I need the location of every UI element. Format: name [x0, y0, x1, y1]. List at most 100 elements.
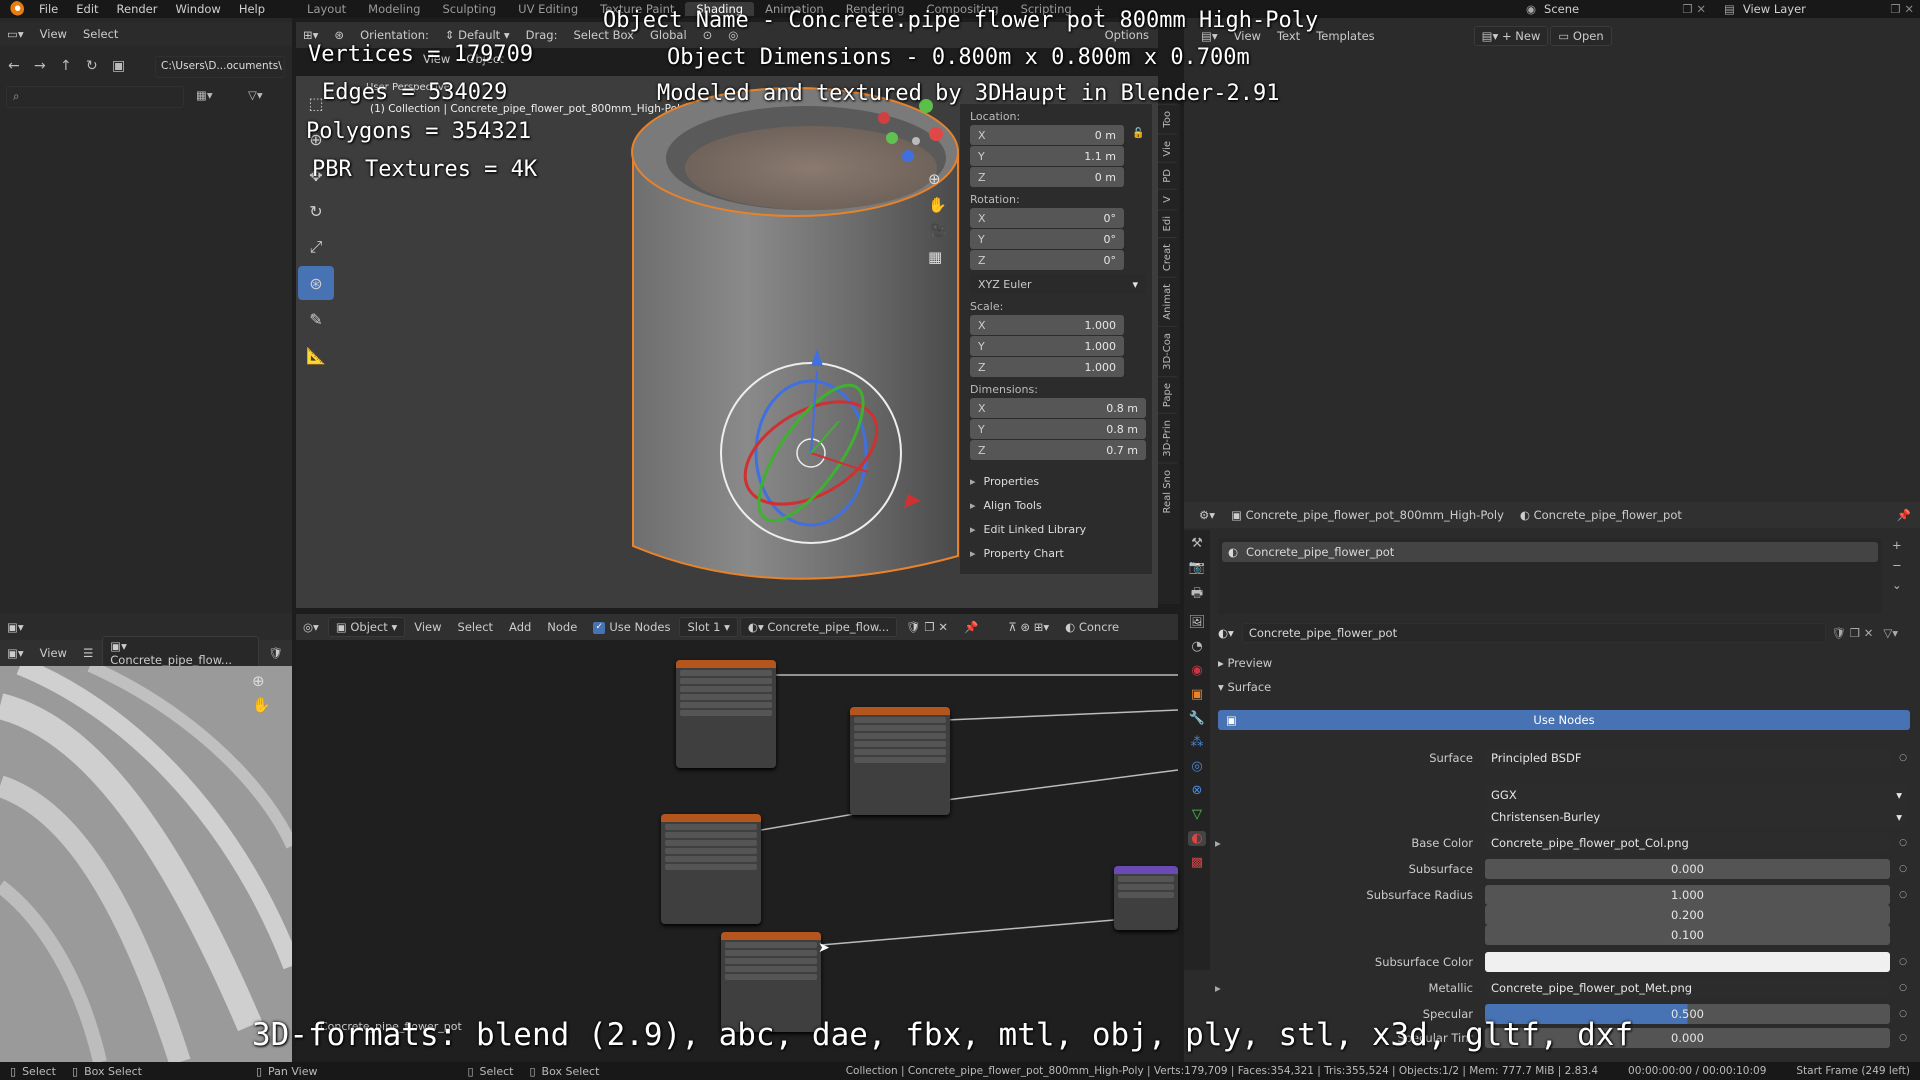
- scale-z-field[interactable]: Z 1.000: [970, 357, 1124, 377]
- sidebar-tab-create[interactable]: Creat: [1158, 237, 1177, 278]
- image-texture-node-col[interactable]: [676, 660, 776, 768]
- subsurface-slider[interactable]: 0.000: [1485, 859, 1890, 879]
- specular-tint-socket-icon[interactable]: ○: [1898, 1033, 1908, 1043]
- sidebar-tab-tool[interactable]: Too: [1158, 104, 1177, 134]
- property-chart-section[interactable]: Property Chart: [960, 541, 1152, 565]
- normal-map-node[interactable]: [1114, 866, 1178, 930]
- view-layer-tab-icon[interactable]: 🖼: [1189, 615, 1206, 630]
- view-layer-selector[interactable]: ▤ View Layer ❐ ✕: [1724, 0, 1914, 18]
- sidebar-tab-realsnow[interactable]: Real Sno: [1158, 462, 1177, 520]
- sidebar-tab-view[interactable]: Vie: [1158, 133, 1177, 163]
- ss-radius-socket-icon[interactable]: ○: [1898, 890, 1908, 900]
- align-tools-section[interactable]: Align Tools: [960, 493, 1152, 517]
- base-color-socket-icon[interactable]: ○: [1898, 838, 1908, 848]
- location-z-field[interactable]: Z0 m: [970, 167, 1124, 187]
- constraints-tab-icon[interactable]: ⊗: [1192, 783, 1203, 798]
- pin-icon[interactable]: 📌: [957, 618, 985, 636]
- output-tab-icon[interactable]: 🖶: [1191, 584, 1203, 606]
- sidebar-tab-animation[interactable]: Animat: [1158, 277, 1177, 327]
- menu-render[interactable]: Render: [108, 2, 167, 16]
- node-editor-type-icon[interactable]: ◎▾: [296, 618, 326, 636]
- image-editor-mode-icon[interactable]: ▣▾: [0, 644, 31, 662]
- material-selector[interactable]: ◐▾ Concrete_pipe_flow...: [739, 617, 898, 637]
- surface-section[interactable]: ▾ Surface: [1218, 680, 1271, 694]
- tab-layout[interactable]: Layout: [296, 2, 357, 16]
- metallic-expand-icon[interactable]: ▸: [1215, 981, 1221, 995]
- image-texture-node-met[interactable]: [850, 707, 950, 815]
- parent-dir-icon[interactable]: ↑: [60, 58, 84, 74]
- image-pan-icon[interactable]: ✋: [252, 696, 271, 714]
- properties-pin-icon[interactable]: 📌: [1890, 506, 1918, 524]
- node-editor-canvas[interactable]: ➤ Concrete_pipe_flower_pot: [296, 640, 1178, 1062]
- ss-radius-x-field[interactable]: 1.000: [1485, 885, 1890, 905]
- base-color-field[interactable]: Concrete_pipe_flower_pot_Col.png: [1485, 833, 1890, 853]
- metallic-socket-icon[interactable]: ○: [1898, 983, 1908, 993]
- back-icon[interactable]: ←: [8, 58, 32, 74]
- path-field[interactable]: C:\Users\D...ocuments\: [155, 56, 285, 78]
- scene-copy-icon[interactable]: ❐ ✕: [1682, 2, 1706, 16]
- hamburger-menu-icon[interactable]: ☰: [76, 644, 100, 662]
- zoom-icon[interactable]: ⊕: [928, 170, 947, 188]
- image-canvas[interactable]: ⊕ ✋: [0, 666, 292, 1062]
- forward-icon[interactable]: →: [34, 58, 58, 74]
- ss-color-swatch[interactable]: [1485, 952, 1890, 972]
- text-open-button[interactable]: ▭ Open: [1550, 26, 1612, 46]
- properties-section[interactable]: Properties: [960, 469, 1152, 493]
- specular-socket-icon[interactable]: ○: [1898, 1009, 1908, 1019]
- distribution-dropdown[interactable]: GGX ▾: [1485, 785, 1908, 805]
- search-input[interactable]: ⌕: [6, 86, 184, 108]
- properties-editor-type-icon[interactable]: ⚙▾: [1192, 506, 1222, 524]
- material-fake-user-icon[interactable]: 🛡 ❐ ✕: [1832, 626, 1874, 640]
- material2-label[interactable]: ◐ Concre: [1058, 618, 1126, 636]
- display-mode-icon[interactable]: ▦▾: [196, 88, 213, 102]
- ortho-grid-icon[interactable]: ▦: [928, 248, 947, 266]
- add-slot-icon[interactable]: +: [1892, 538, 1902, 552]
- base-color-expand-icon[interactable]: ▸: [1215, 836, 1221, 850]
- node-menu-select[interactable]: Select: [451, 618, 500, 636]
- node-mode-dropdown[interactable]: ▣ Object ▾: [327, 617, 406, 637]
- subsurface-socket-icon[interactable]: ○: [1898, 864, 1908, 874]
- material-tab-icon[interactable]: ◐: [1188, 831, 1206, 846]
- tab-sculpting[interactable]: Sculpting: [431, 2, 507, 16]
- fake-user-icon[interactable]: 🛡 ❐ ✕: [899, 618, 955, 636]
- scene-selector[interactable]: ◉ Scene ❐ ✕: [1526, 0, 1706, 18]
- menu-window[interactable]: Window: [166, 2, 229, 16]
- filter-icon[interactable]: ▽▾: [248, 88, 263, 102]
- menu-file[interactable]: File: [30, 2, 67, 16]
- rotation-mode-dropdown[interactable]: XYZ Euler ▾: [970, 274, 1146, 294]
- node-menu-add[interactable]: Add: [502, 618, 538, 636]
- metallic-field[interactable]: Concrete_pipe_flower_pot_Met.png: [1485, 978, 1890, 998]
- camera-view-icon[interactable]: 🎥: [928, 222, 947, 240]
- sidebar-tab-pd[interactable]: PD: [1158, 162, 1177, 189]
- dimensions-x-field[interactable]: X 0.8 m: [970, 398, 1146, 418]
- rotation-y-field[interactable]: Y 0°: [970, 229, 1124, 249]
- use-nodes-button[interactable]: ▣ Use Nodes: [1218, 710, 1910, 730]
- edit-linked-library-section[interactable]: Edit Linked Library: [960, 517, 1152, 541]
- material-name-field[interactable]: Concrete_pipe_flower_pot: [1241, 623, 1826, 643]
- pan-hand-icon[interactable]: ✋: [928, 196, 947, 214]
- text-menu-templates[interactable]: Templates: [1309, 27, 1381, 45]
- ss-radius-z-field[interactable]: 0.100: [1485, 925, 1890, 945]
- data-tab-icon[interactable]: ▽: [1192, 807, 1202, 822]
- physics-tab-icon[interactable]: ◎: [1191, 759, 1202, 774]
- sss-method-dropdown[interactable]: Christensen-Burley ▾: [1485, 807, 1908, 827]
- material-browse-icon[interactable]: ◐▾: [1218, 626, 1234, 640]
- remove-slot-icon[interactable]: −: [1892, 558, 1902, 572]
- node-menu-node[interactable]: Node: [540, 618, 584, 636]
- editor-type-icon[interactable]: ▭▾: [0, 25, 31, 43]
- object-tab-icon[interactable]: ▣: [1191, 687, 1203, 702]
- blender-logo-icon[interactable]: [8, 1, 24, 17]
- image-editor-type-icon[interactable]: ▣▾: [0, 618, 31, 636]
- scale-x-field[interactable]: X 1.000: [970, 315, 1124, 335]
- ss-color-socket-icon[interactable]: ○: [1898, 957, 1908, 967]
- image-texture-node-rough[interactable]: [661, 814, 761, 924]
- texture-tab-icon[interactable]: ▩: [1191, 855, 1203, 870]
- render-tab-icon[interactable]: 📷: [1189, 560, 1205, 575]
- world-tab-icon[interactable]: ◉: [1191, 663, 1202, 678]
- node-menu-view[interactable]: View: [407, 618, 448, 636]
- particles-tab-icon[interactable]: ⁂: [1191, 735, 1204, 750]
- image-menu-view[interactable]: View: [33, 644, 74, 662]
- lock-icon[interactable]: 🔓: [1132, 128, 1144, 139]
- tool-tab-icon[interactable]: ⚒: [1191, 536, 1203, 551]
- surface-shader-field[interactable]: Principled BSDF: [1485, 748, 1890, 768]
